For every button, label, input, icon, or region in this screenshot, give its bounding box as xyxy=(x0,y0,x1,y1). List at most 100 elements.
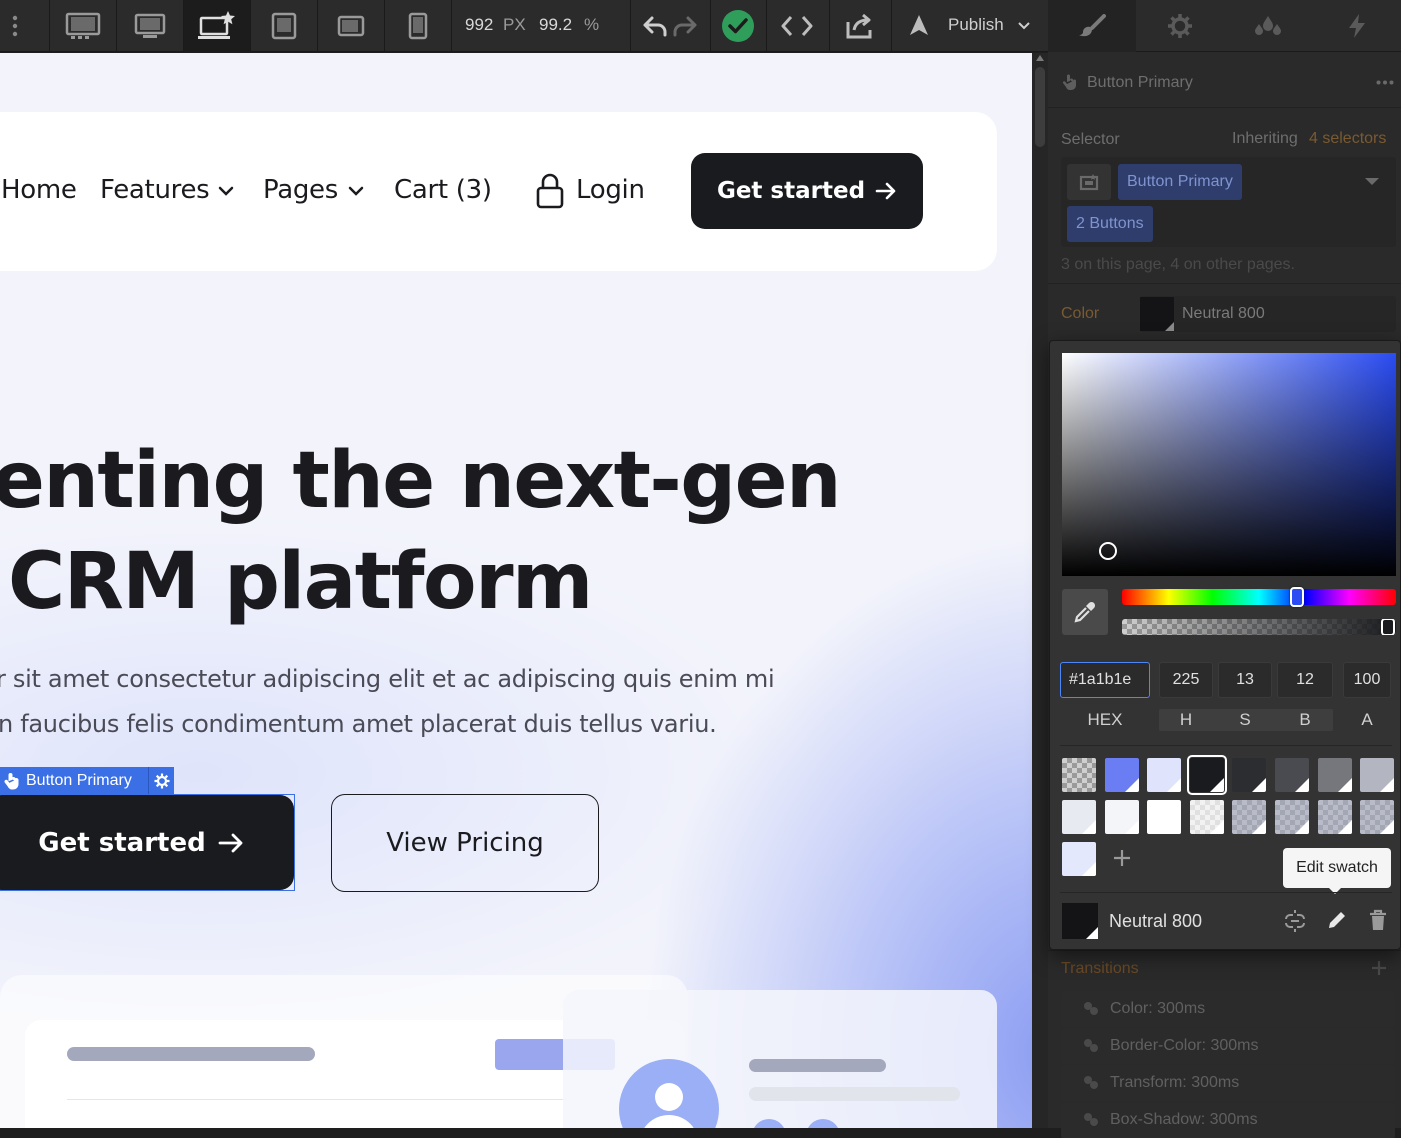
color-property-label: Color xyxy=(1061,305,1100,322)
nav-features-link[interactable]: Features xyxy=(100,175,210,205)
selection-badge[interactable]: Button Primary xyxy=(0,767,148,794)
color-preview-swatch[interactable] xyxy=(1140,297,1174,331)
hue-value: 225 xyxy=(1172,671,1200,688)
nav-cart-link[interactable]: Cart (3) xyxy=(394,175,492,205)
selection-badge-label: Button Primary xyxy=(26,771,132,789)
canvas-scrollbar[interactable] xyxy=(1032,53,1048,1128)
view-pricing-button[interactable]: View Pricing xyxy=(331,794,599,892)
color-swatch[interactable] xyxy=(1187,755,1227,795)
nav-home-link[interactable]: Home xyxy=(1,175,77,205)
tooltip-text: Edit swatch xyxy=(1296,859,1378,876)
selected-element-name: Button Primary xyxy=(1087,74,1193,91)
laptop-base-icon[interactable] xyxy=(184,0,250,52)
desktop-large-icon[interactable] xyxy=(50,0,116,52)
rocket-icon[interactable] xyxy=(900,0,938,52)
inheriting-count-link[interactable]: 4 selectors xyxy=(1309,130,1386,148)
color-swatch[interactable] xyxy=(1147,758,1181,792)
nav-get-started-label: Get started xyxy=(716,178,866,204)
alpha-label: A xyxy=(1361,710,1373,729)
hue-slider-handle[interactable] xyxy=(1290,587,1305,607)
color-swatch[interactable] xyxy=(1360,758,1394,792)
brush-icon[interactable] xyxy=(1048,0,1136,52)
unlink-icon[interactable] xyxy=(1283,909,1307,933)
trash-icon[interactable] xyxy=(1368,909,1388,931)
lightning-icon[interactable] xyxy=(1312,0,1401,52)
selector-chip-button-primary[interactable]: Button Primary xyxy=(1118,164,1242,200)
transition-row[interactable]: Border-Color: 300ms xyxy=(1061,1028,1395,1064)
chevron-down-icon[interactable] xyxy=(1014,0,1034,52)
hand-pointer-icon xyxy=(4,772,19,789)
selector-chip-2-buttons[interactable]: 2 Buttons xyxy=(1067,206,1153,242)
selected-swatch-preview xyxy=(1062,903,1098,939)
color-swatch[interactable] xyxy=(1360,800,1394,834)
hue-input[interactable]: 225 xyxy=(1159,662,1213,698)
brightness-input[interactable]: 12 xyxy=(1277,662,1333,698)
desktop-icon[interactable] xyxy=(117,0,183,52)
add-swatch-icon[interactable] xyxy=(1112,848,1132,868)
transition-row[interactable]: Transform: 300ms xyxy=(1061,1065,1395,1101)
inheriting-label: Inheriting xyxy=(1232,130,1298,147)
hex-input[interactable]: #1a1b1e xyxy=(1060,662,1150,698)
export-icon[interactable] xyxy=(830,0,890,52)
canvas-width-value: 992 xyxy=(465,15,494,34)
color-swatch[interactable] xyxy=(1190,800,1224,834)
hex-label: HEX xyxy=(1087,710,1123,729)
saturation-input[interactable]: 13 xyxy=(1218,662,1272,698)
pencil-edit-icon[interactable] xyxy=(1326,909,1348,931)
transition-row[interactable]: Color: 300ms xyxy=(1061,991,1395,1027)
color-swatch[interactable] xyxy=(1062,758,1096,792)
placeholder-bar xyxy=(749,1059,886,1072)
alpha-slider[interactable] xyxy=(1122,619,1396,635)
color-swatch[interactable] xyxy=(1062,842,1096,876)
hero-get-started-label: Get started xyxy=(38,827,206,858)
add-icon[interactable] xyxy=(1371,960,1387,976)
gear-icon[interactable] xyxy=(148,767,174,794)
mobile-landscape-icon[interactable] xyxy=(318,0,384,52)
color-swatch[interactable] xyxy=(1105,758,1139,792)
hero-paragraph-line-2: n faucibus felis condimentum amet placer… xyxy=(0,710,717,738)
code-icon[interactable] xyxy=(767,0,827,52)
nav-login-link[interactable]: Login xyxy=(576,175,645,205)
hue-slider[interactable] xyxy=(1122,587,1396,607)
color-field-handle[interactable] xyxy=(1099,542,1117,560)
alpha-input[interactable]: 100 xyxy=(1343,662,1391,698)
redo-icon[interactable] xyxy=(670,0,700,52)
transition-label: Color: 300ms xyxy=(1110,1000,1206,1017)
design-canvas[interactable]: Home Features Pages Cart (3) Login Get s… xyxy=(0,53,1032,1128)
edit-swatch-tooltip: Edit swatch xyxy=(1283,848,1391,888)
more-horizontal-icon[interactable] xyxy=(1376,80,1394,85)
alpha-slider-handle[interactable] xyxy=(1381,619,1395,635)
color-swatch[interactable] xyxy=(1062,800,1096,834)
color-swatch[interactable] xyxy=(1318,758,1352,792)
color-swatch[interactable] xyxy=(1232,758,1266,792)
eyedropper-icon[interactable] xyxy=(1062,589,1108,635)
color-swatch[interactable] xyxy=(1275,758,1309,792)
alpha-value: 100 xyxy=(1353,671,1381,688)
transition-label: Box-Shadow: 300ms xyxy=(1110,1111,1258,1128)
color-swatch[interactable] xyxy=(1105,800,1139,834)
sync-status-icon[interactable] xyxy=(712,0,764,52)
color-swatch[interactable] xyxy=(1275,800,1309,834)
canvas-width-unit: PX xyxy=(503,15,526,34)
element-type-icon xyxy=(1067,164,1111,200)
saturation-brightness-field[interactable] xyxy=(1062,353,1396,576)
nav-get-started-button[interactable]: Get started xyxy=(691,153,923,229)
mobile-portrait-icon[interactable] xyxy=(385,0,451,52)
hero-get-started-button[interactable]: Get started xyxy=(0,795,294,890)
color-swatch[interactable] xyxy=(1147,800,1181,834)
more-vertical-icon[interactable] xyxy=(0,0,30,52)
scrollbar-thumb[interactable] xyxy=(1035,67,1045,147)
drops-icon[interactable] xyxy=(1224,0,1312,52)
publish-button[interactable]: Publish xyxy=(948,15,1004,35)
undo-icon[interactable] xyxy=(640,0,670,52)
zoom-value: 99.2 xyxy=(539,15,573,34)
nav-pages-link[interactable]: Pages xyxy=(263,175,338,205)
settings-gear-icon[interactable] xyxy=(1136,0,1224,52)
tablet-icon[interactable] xyxy=(251,0,317,52)
color-swatch[interactable] xyxy=(1318,800,1352,834)
transition-row[interactable]: Box-Shadow: 300ms xyxy=(1061,1102,1395,1138)
transition-icon xyxy=(1084,1002,1098,1015)
color-swatch[interactable] xyxy=(1232,800,1266,834)
color-property-field[interactable] xyxy=(1140,296,1396,332)
caret-down-icon[interactable] xyxy=(1365,178,1379,185)
